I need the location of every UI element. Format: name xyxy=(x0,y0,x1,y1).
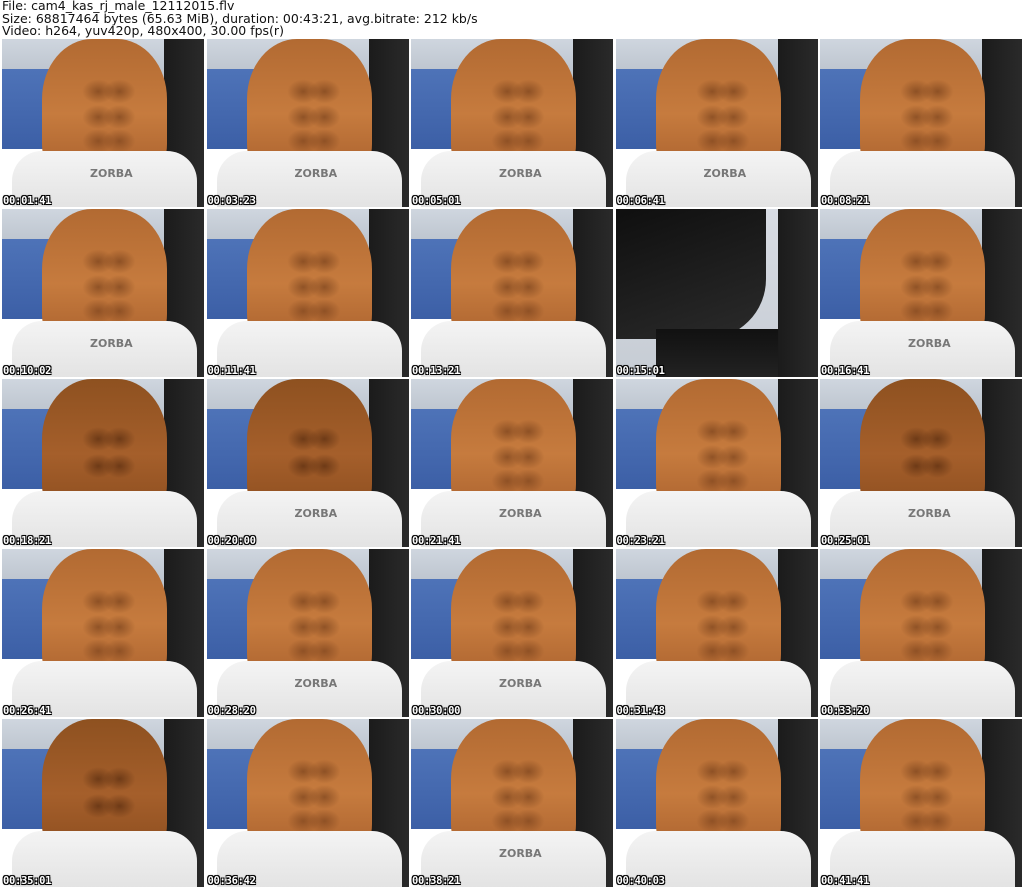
shorts-brand-label: ZORBA xyxy=(499,507,542,520)
thumbnail-image xyxy=(411,209,613,377)
thumbnail-timestamp: 00:08:21 xyxy=(821,195,870,207)
shorts-brand-label: ZORBA xyxy=(90,337,133,350)
video-thumbnail[interactable]: 00:41:41 xyxy=(820,719,1022,887)
thumbnail-image xyxy=(820,39,1022,207)
thumbnail-image xyxy=(206,549,409,717)
video-info-line: Video: h264, yuv420p, 480x400, 30.00 fps… xyxy=(2,23,284,38)
video-thumbnail[interactable]: 00:15:01 xyxy=(615,209,818,377)
video-thumbnail[interactable]: ZORBA 00:30:00 xyxy=(411,549,613,717)
thumbnail-image xyxy=(411,379,613,547)
video-thumbnail[interactable]: 00:31:48 xyxy=(615,549,818,717)
thumbnail-timestamp: 00:31:48 xyxy=(616,705,665,717)
thumbnail-timestamp: 00:41:41 xyxy=(821,875,870,887)
shorts-brand-label: ZORBA xyxy=(908,337,951,350)
thumbnail-image xyxy=(206,379,409,547)
thumbnail-grid: ZORBA 00:01:41 ZORBA 00:03:23 ZORBA 00:05:01 Z… xyxy=(2,39,1022,887)
thumbnail-image xyxy=(615,379,818,547)
shorts-brand-label: ZORBA xyxy=(294,167,338,180)
thumbnail-timestamp: 00:18:21 xyxy=(3,535,52,547)
video-thumbnail[interactable]: 00:26:41 xyxy=(2,549,204,717)
video-thumbnail[interactable]: ZORBA 00:16:41 xyxy=(820,209,1022,377)
video-thumbnail[interactable]: ZORBA 00:06:41 xyxy=(615,39,818,207)
thumbnail-timestamp: 00:35:01 xyxy=(3,875,52,887)
thumbnail-image xyxy=(206,39,409,207)
thumbnail-timestamp: 00:23:21 xyxy=(616,535,665,547)
thumbnail-timestamp: 00:26:41 xyxy=(3,705,52,717)
thumbnail-timestamp: 00:13:21 xyxy=(412,365,461,377)
thumbnail-timestamp: 00:28:20 xyxy=(207,705,256,717)
thumbnail-timestamp: 00:01:41 xyxy=(3,195,52,207)
video-thumbnail[interactable]: ZORBA 00:03:23 xyxy=(206,39,409,207)
thumbnail-timestamp: 00:40:03 xyxy=(616,875,665,887)
thumbnail-timestamp: 00:16:41 xyxy=(821,365,870,377)
thumbnail-image xyxy=(411,39,613,207)
thumbnail-timestamp: 00:20:00 xyxy=(207,535,256,547)
video-thumbnail[interactable]: ZORBA 00:21:41 xyxy=(411,379,613,547)
thumbnail-timestamp: 00:38:21 xyxy=(412,875,461,887)
video-thumbnail[interactable]: ZORBA 00:25:01 xyxy=(820,379,1022,547)
video-thumbnail[interactable]: ZORBA 00:01:41 xyxy=(2,39,204,207)
thumbnail-timestamp: 00:36:42 xyxy=(207,875,256,887)
video-thumbnail[interactable]: 00:33:20 xyxy=(820,549,1022,717)
thumbnail-image xyxy=(2,209,204,377)
thumbnail-image xyxy=(411,719,613,887)
thumbnail-timestamp: 00:21:41 xyxy=(412,535,461,547)
thumbnail-timestamp: 00:05:01 xyxy=(412,195,461,207)
video-thumbnail[interactable]: ZORBA 00:28:20 xyxy=(206,549,409,717)
thumbnail-image xyxy=(615,549,818,717)
video-thumbnail[interactable]: ZORBA 00:20:00 xyxy=(206,379,409,547)
thumbnail-image xyxy=(206,719,409,887)
thumbnail-image xyxy=(2,39,204,207)
shorts-brand-label: ZORBA xyxy=(499,677,542,690)
thumbnail-image xyxy=(615,209,818,377)
thumbnail-timestamp: 00:33:20 xyxy=(821,705,870,717)
thumbnail-image xyxy=(820,209,1022,377)
thumbnail-image xyxy=(2,379,204,547)
thumbnail-image xyxy=(411,549,613,717)
shorts-brand-label: ZORBA xyxy=(703,167,747,180)
thumbnail-timestamp: 00:06:41 xyxy=(616,195,665,207)
thumbnail-timestamp: 00:15:01 xyxy=(616,365,665,377)
thumbnail-image xyxy=(2,549,204,717)
thumbnail-timestamp: 00:11:41 xyxy=(207,365,256,377)
video-thumbnail[interactable]: 00:23:21 xyxy=(615,379,818,547)
file-info-header: File: cam4_kas_rj_male_12112015.flv Size… xyxy=(2,0,1022,38)
thumbnail-image xyxy=(820,549,1022,717)
video-thumbnail[interactable]: 00:11:41 xyxy=(206,209,409,377)
video-thumbnail[interactable]: 00:36:42 xyxy=(206,719,409,887)
thumbnail-image xyxy=(206,209,409,377)
shorts-brand-label: ZORBA xyxy=(499,847,542,860)
video-thumbnail[interactable]: 00:40:03 xyxy=(615,719,818,887)
video-thumbnail[interactable]: ZORBA 00:05:01 xyxy=(411,39,613,207)
thumbnail-timestamp: 00:30:00 xyxy=(412,705,461,717)
video-thumbnail[interactable]: 00:35:01 xyxy=(2,719,204,887)
thumbnail-image xyxy=(615,719,818,887)
thumbnail-image xyxy=(2,719,204,887)
video-thumbnail[interactable]: ZORBA 00:10:02 xyxy=(2,209,204,377)
shorts-brand-label: ZORBA xyxy=(908,507,951,520)
video-thumbnail[interactable]: 00:08:21 xyxy=(820,39,1022,207)
shorts-brand-label: ZORBA xyxy=(499,167,542,180)
video-thumbnail[interactable]: ZORBA 00:38:21 xyxy=(411,719,613,887)
video-thumbnail[interactable]: 00:13:21 xyxy=(411,209,613,377)
thumbnail-image xyxy=(820,719,1022,887)
thumbnail-timestamp: 00:10:02 xyxy=(3,365,52,377)
thumbnail-timestamp: 00:03:23 xyxy=(207,195,256,207)
thumbnail-timestamp: 00:25:01 xyxy=(821,535,870,547)
thumbnail-image xyxy=(820,379,1022,547)
shorts-brand-label: ZORBA xyxy=(294,677,338,690)
thumbnail-image xyxy=(615,39,818,207)
video-thumbnail[interactable]: 00:18:21 xyxy=(2,379,204,547)
shorts-brand-label: ZORBA xyxy=(294,507,338,520)
shorts-brand-label: ZORBA xyxy=(90,167,133,180)
